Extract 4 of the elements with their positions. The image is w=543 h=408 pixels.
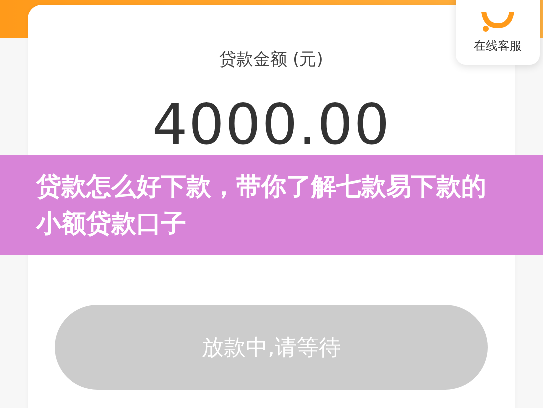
loan-amount: 4000.00 <box>152 93 391 158</box>
banner-title: 贷款怎么好下款，带你了解七款易下款的小额贷款口子 <box>36 171 488 240</box>
customer-service-button[interactable]: 在线客服 <box>456 0 540 65</box>
loan-amount-label: 贷款金额 (元) <box>220 49 324 71</box>
